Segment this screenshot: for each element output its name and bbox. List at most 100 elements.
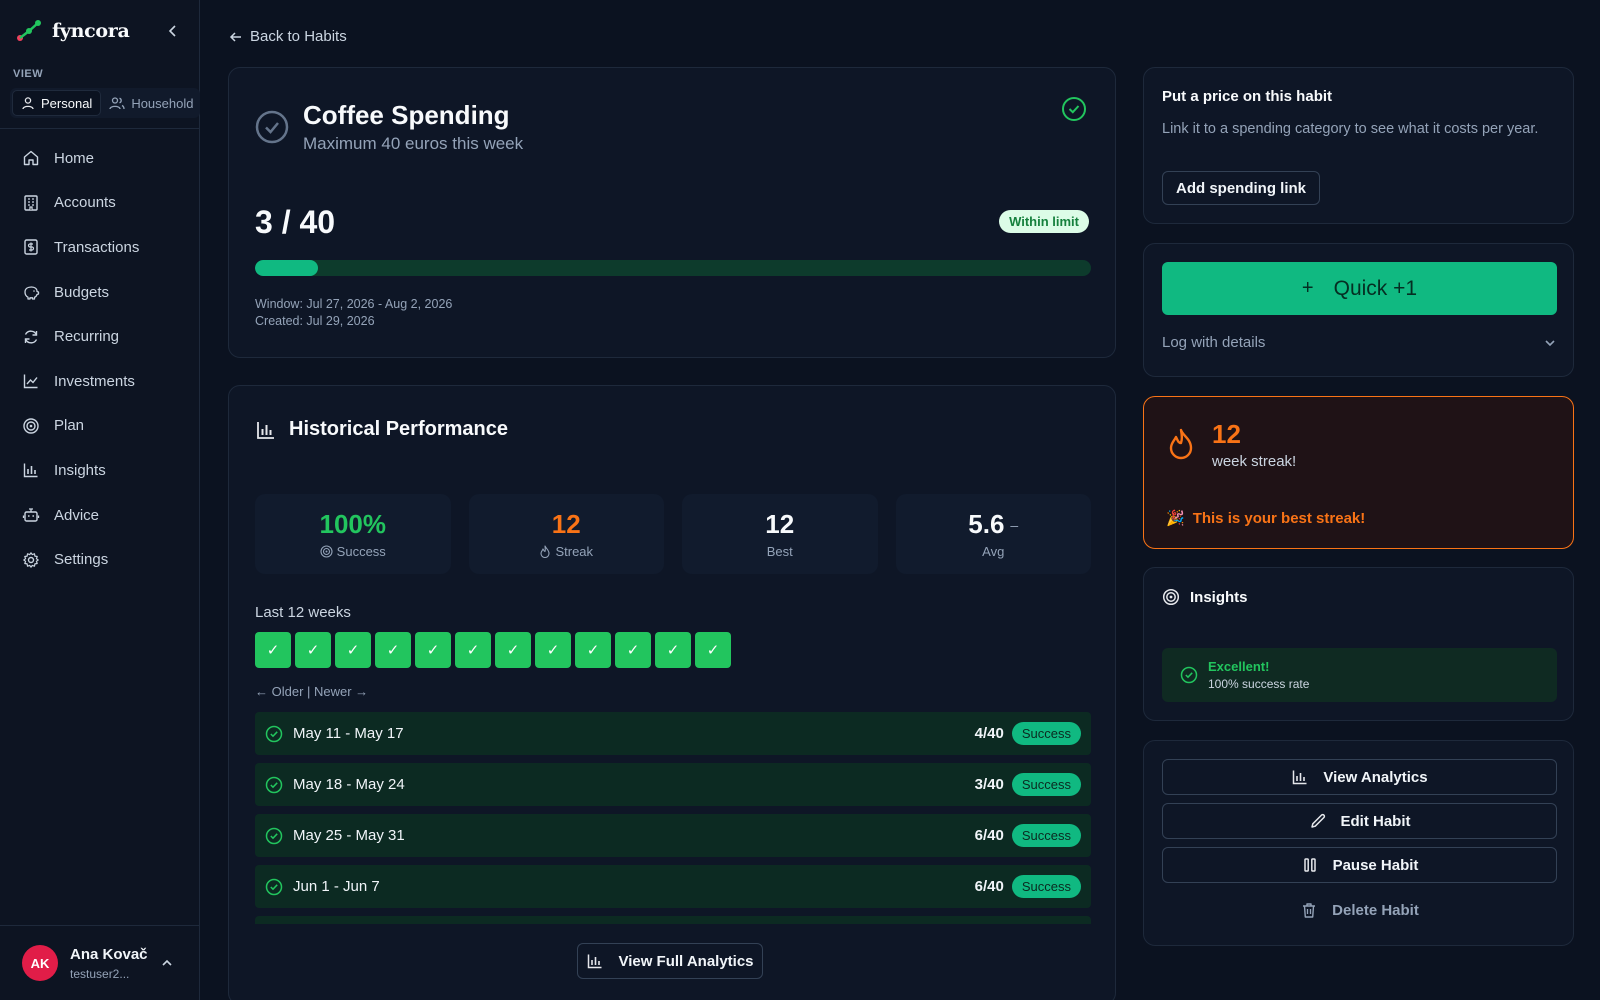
- status-badge: Success: [1011, 773, 1081, 796]
- week-cell[interactable]: ✓: [335, 632, 371, 668]
- habit-actions-card: View Analytics Edit Habit Pause Habit De…: [1143, 740, 1574, 946]
- button-label: Delete Habit: [1332, 901, 1419, 919]
- log-label: Log with details: [1162, 334, 1266, 351]
- sidebar-item-accounts[interactable]: Accounts: [10, 181, 190, 226]
- check-circle-icon: [1180, 666, 1198, 684]
- sidebar-item-transactions[interactable]: Transactions: [10, 225, 190, 270]
- collapse-sidebar-button[interactable]: [162, 20, 184, 42]
- trending-up-icon: [23, 374, 38, 389]
- refresh-icon: [24, 330, 38, 344]
- status-badge: Success: [1011, 875, 1081, 898]
- card-title-label: Insights: [1190, 588, 1248, 606]
- sidebar-item-label: Transactions: [54, 238, 140, 256]
- sidebar-item-investments[interactable]: Investments: [10, 359, 190, 404]
- brand[interactable]: fyncora: [16, 16, 184, 46]
- quick-log-card: + Quick +1 Log with details: [1143, 243, 1574, 377]
- stat-label: Avg: [982, 544, 1004, 559]
- sidebar-item-plan[interactable]: Plan: [10, 404, 190, 449]
- card-description: Link it to a spending category to see wh…: [1162, 121, 1539, 137]
- sidebar-item-home[interactable]: Home: [10, 136, 190, 181]
- habit-summary-card: Coffee Spending Maximum 40 euros this we…: [228, 67, 1116, 358]
- receipt-icon: [24, 239, 38, 256]
- button-label: View Analytics: [1323, 768, 1428, 786]
- sidebar-item-budgets[interactable]: Budgets: [10, 270, 190, 315]
- week-cell[interactable]: ✓: [295, 632, 331, 668]
- chevron-up-icon: [162, 959, 172, 966]
- week-cell[interactable]: ✓: [655, 632, 691, 668]
- habit-created: Created: Jul 29, 2026: [255, 314, 375, 328]
- view-personal-option[interactable]: Personal: [12, 90, 102, 116]
- week-cell[interactable]: ✓: [615, 632, 651, 668]
- edit-habit-button[interactable]: Edit Habit: [1162, 803, 1557, 839]
- week-range: May 11 - May 17: [293, 725, 404, 742]
- week-cell[interactable]: ✓: [695, 632, 731, 668]
- table-row[interactable]: [255, 916, 1091, 924]
- sidebar-item-label: Settings: [54, 551, 109, 569]
- table-row[interactable]: May 25 - May 31 6/40 Success: [255, 814, 1091, 857]
- flame-icon: [540, 545, 551, 558]
- streak-card: 12 week streak! 🎉 This is your best stre…: [1143, 396, 1574, 549]
- week-cell[interactable]: ✓: [495, 632, 531, 668]
- week-value: 6/40: [974, 878, 1004, 895]
- table-row[interactable]: May 18 - May 24 3/40 Success: [255, 763, 1091, 806]
- view-analytics-button[interactable]: View Analytics: [1162, 759, 1557, 795]
- sidebar-item-insights[interactable]: Insights: [10, 448, 190, 493]
- user-email: testuser2...: [70, 966, 130, 981]
- insight-content: Excellent! 100% success rate: [1208, 659, 1309, 691]
- week-range: May 18 - May 24: [293, 776, 405, 793]
- stat-success: 100% Success: [255, 494, 451, 574]
- view-toggle: Personal Household: [10, 88, 200, 118]
- pause-habit-button[interactable]: Pause Habit: [1162, 847, 1557, 883]
- user-menu[interactable]: AK Ana Kovač testuser2...: [0, 925, 200, 1000]
- sidebar-item-recurring[interactable]: Recurring: [10, 314, 190, 359]
- stat-label-text: Avg: [982, 544, 1005, 559]
- sidebar-item-label: Recurring: [54, 328, 120, 346]
- stat-value: 5.6 –: [968, 509, 1018, 540]
- week-cell[interactable]: ✓: [375, 632, 411, 668]
- target-icon: [1162, 588, 1180, 606]
- user-icon: [22, 97, 34, 110]
- log-with-details-toggle[interactable]: Log with details: [1162, 334, 1557, 351]
- pause-icon: [1303, 858, 1316, 872]
- week-cell[interactable]: ✓: [575, 632, 611, 668]
- sidebar-item-settings[interactable]: Settings: [10, 537, 190, 582]
- stat-avg: 5.6 – Avg: [895, 494, 1091, 574]
- habit-window: Window: Jul 27, 2026 - Aug 2, 2026: [255, 297, 453, 311]
- habit-title: Coffee Spending: [303, 100, 510, 130]
- check-circle-icon: [265, 827, 283, 844]
- price-habit-card: Put a price on this habit Link it to a s…: [1143, 67, 1574, 224]
- view-personal-label: Personal: [41, 95, 93, 111]
- week-list[interactable]: May 11 - May 17 4/40 Success May 18 - Ma…: [255, 712, 1091, 924]
- piggy-bank-icon: [24, 286, 40, 300]
- stats-row: 100% Success 12 Streak 12 Best 5.6 – Avg: [255, 494, 1091, 574]
- logo-icon: [17, 20, 41, 41]
- brand-name: fyncora: [52, 20, 130, 42]
- table-row[interactable]: May 11 - May 17 4/40 Success: [255, 712, 1091, 755]
- gear-icon: [23, 551, 39, 568]
- table-row[interactable]: Jun 1 - Jun 7 6/40 Success: [255, 865, 1091, 908]
- week-cell[interactable]: ✓: [455, 632, 491, 668]
- quick-plus-one-button[interactable]: + Quick +1: [1162, 262, 1557, 315]
- add-spending-link-button[interactable]: Add spending link: [1162, 171, 1320, 205]
- week-cell[interactable]: ✓: [415, 632, 451, 668]
- target-icon: [23, 418, 39, 434]
- back-to-habits-link[interactable]: Back to Habits: [228, 28, 347, 45]
- robot-icon: [22, 508, 40, 522]
- historical-performance-card: Historical Performance 100% Success 12 S…: [228, 385, 1116, 1000]
- sidebar-item-advice[interactable]: Advice: [10, 493, 190, 538]
- check-circle-icon: [265, 776, 283, 793]
- habit-count: 3 / 40: [255, 204, 336, 240]
- avatar: AK: [22, 945, 58, 981]
- view-household-option[interactable]: Household: [101, 90, 200, 116]
- sidebar-item-label: Plan: [54, 417, 85, 435]
- flame-icon: [1169, 428, 1193, 460]
- delete-habit-button[interactable]: Delete Habit: [1162, 892, 1557, 928]
- target-icon: [320, 545, 333, 558]
- week-cell[interactable]: ✓: [535, 632, 571, 668]
- section-title-label: Historical Performance: [289, 418, 508, 440]
- week-cell[interactable]: ✓: [255, 632, 291, 668]
- weeks-grid: ✓ ✓ ✓ ✓ ✓ ✓ ✓ ✓ ✓ ✓ ✓ ✓: [255, 632, 731, 668]
- arrow-left-icon: [229, 31, 241, 42]
- view-full-analytics-button[interactable]: View Full Analytics: [577, 943, 763, 979]
- back-link-label: Back to Habits: [250, 28, 347, 45]
